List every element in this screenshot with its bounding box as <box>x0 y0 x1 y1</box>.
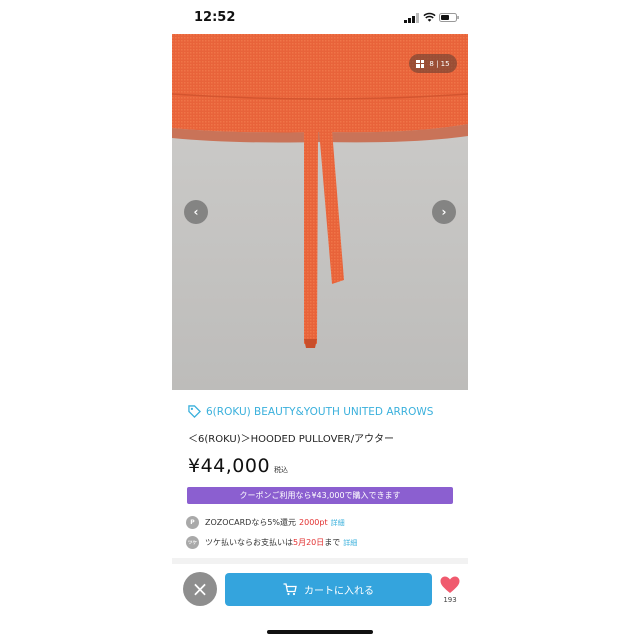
home-indicator[interactable] <box>267 630 373 634</box>
status-bar: 12:52 <box>172 0 468 34</box>
benefit-text: ZOZOCARDなら5%還元 <box>205 518 297 527</box>
point-icon: P <box>186 516 199 529</box>
battery-icon <box>439 13 459 22</box>
signal-icon <box>404 13 419 23</box>
product-photo-illustration <box>172 34 468 390</box>
benefit-detail-link[interactable]: 詳細 <box>343 538 357 548</box>
next-image-button[interactable]: › <box>432 200 456 224</box>
divider <box>172 558 468 564</box>
favorite-count: 193 <box>443 596 457 604</box>
image-counter-text: 8 | 15 <box>429 59 450 68</box>
chevron-left-icon: ‹ <box>193 205 199 219</box>
benefit-highlight: 2000pt <box>299 518 328 527</box>
product-name: ＜6(ROKU)＞HOODED PULLOVER/アウター <box>188 434 395 445</box>
image-counter: 8 | 15 <box>409 54 457 73</box>
benefit-text: ツケ払いならお支払いは <box>205 538 293 547</box>
product-image[interactable]: 8 | 15 ‹ › <box>172 34 468 390</box>
tsuke-icon: ツケ <box>186 536 199 549</box>
tax-label: 税込 <box>274 466 288 474</box>
grid-icon <box>416 59 425 68</box>
benefit-detail-link[interactable]: 詳細 <box>331 518 345 528</box>
close-button[interactable]: × <box>183 572 217 606</box>
brand-link[interactable]: 6(ROKU) BEAUTY&YOUTH UNITED ARROWS <box>188 405 433 418</box>
add-to-cart-button[interactable]: カートに入れる <box>225 573 432 606</box>
previous-image-button[interactable]: ‹ <box>184 200 208 224</box>
benefit-highlight: 5月20日 <box>293 538 325 547</box>
phone-screen: 12:52 8 | 15 ‹ › 6(ROKU) BEAUTY&YOUTH UN… <box>172 0 468 640</box>
product-price: ¥44,000 <box>188 455 271 477</box>
close-icon: × <box>191 577 209 601</box>
chevron-right-icon: › <box>441 205 447 219</box>
benefit-suffix: まで <box>324 538 341 547</box>
cart-icon <box>283 583 297 596</box>
cart-button-label: カートに入れる <box>304 586 374 597</box>
heart-icon <box>440 576 460 593</box>
benefit-row-tsuke: ツケ ツケ払いならお支払いは 5月20日 まで 詳細 <box>186 536 357 549</box>
status-time: 12:52 <box>194 10 236 25</box>
benefit-row-zozocard: P ZOZOCARDなら5%還元 2000pt 詳細 <box>186 516 345 529</box>
wifi-icon <box>423 12 436 22</box>
coupon-banner[interactable]: クーポンご利用なら¥43,000で購入できます <box>187 487 453 504</box>
tag-icon <box>188 405 201 418</box>
favorite-button[interactable]: 193 <box>438 576 462 604</box>
brand-name: 6(ROKU) BEAUTY&YOUTH UNITED ARROWS <box>206 405 434 418</box>
